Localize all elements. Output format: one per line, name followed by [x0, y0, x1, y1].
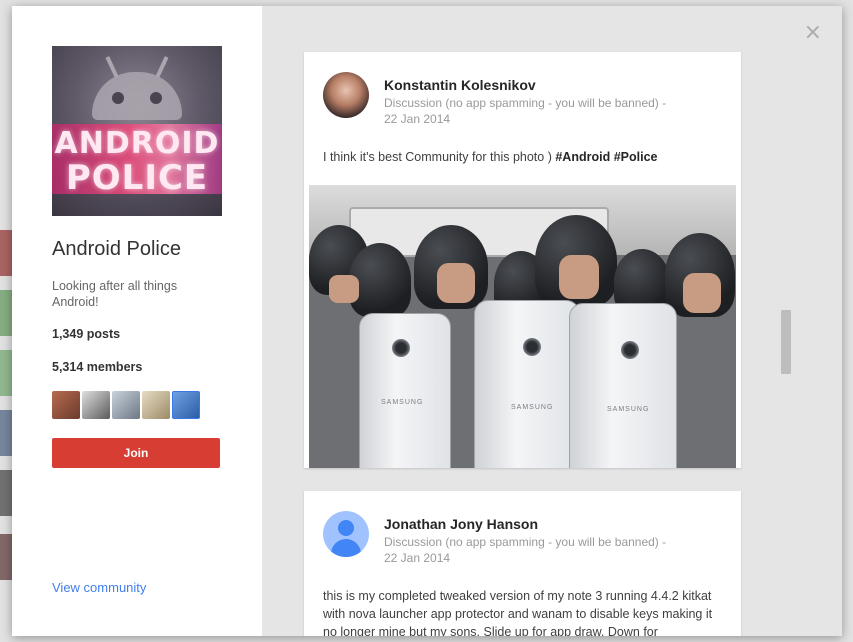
community-name: Android Police	[52, 238, 181, 260]
community-sidebar: ANDROID POLICE Android Police Looking af…	[12, 6, 262, 636]
camera-icon	[621, 341, 639, 359]
hashtag-link[interactable]: #Police	[614, 150, 658, 164]
community-feed: Konstantin Kolesnikov Discussion (no app…	[262, 6, 842, 636]
community-tagline: Looking after all things Android!	[52, 279, 178, 309]
post-category[interactable]: Discussion (no app spamming - you will b…	[384, 535, 659, 549]
close-icon[interactable]: ×	[804, 22, 822, 44]
member-avatars	[52, 391, 200, 419]
eye-shape	[150, 92, 162, 104]
phone-shape	[569, 303, 677, 468]
member-avatar[interactable]	[82, 391, 110, 419]
cover-logo-line2: POLICE	[65, 158, 209, 198]
cover-logo-line1: ANDROID	[54, 126, 220, 161]
post-photo[interactable]: SAMSUNG SAMSUNG SAMSUNG	[309, 185, 736, 468]
face-shape	[559, 255, 599, 299]
face-shape	[437, 263, 475, 303]
photo-brand: SAMSUNG	[511, 404, 554, 411]
post-count: 1,349 posts	[52, 327, 121, 341]
meta-separator: -	[662, 96, 667, 110]
member-avatar[interactable]	[172, 391, 200, 419]
face-shape	[329, 275, 359, 303]
camera-icon	[392, 339, 410, 357]
post-text: I think it's best Community for this pho…	[323, 148, 723, 166]
post-body: I think it's best Community for this pho…	[323, 150, 552, 164]
join-button[interactable]: Join	[52, 438, 220, 468]
member-avatar[interactable]	[112, 391, 140, 419]
post-date[interactable]: 22 Jan 2014	[384, 112, 450, 126]
antenna-shape	[155, 56, 169, 78]
photo-brand: SAMSUNG	[381, 399, 424, 406]
android-robot-head-icon	[92, 72, 182, 120]
photo-brand: SAMSUNG	[607, 406, 650, 413]
community-preview-modal: ANDROID POLICE Android Police Looking af…	[12, 6, 842, 636]
post-card: Konstantin Kolesnikov Discussion (no app…	[304, 52, 741, 468]
camera-icon	[523, 338, 541, 356]
post-meta: Discussion (no app spamming - you will b…	[384, 534, 704, 566]
phone-shape	[359, 313, 451, 468]
post-text: this is my completed tweaked version of …	[323, 589, 713, 636]
post-date[interactable]: 22 Jan 2014	[384, 551, 450, 565]
member-avatar[interactable]	[52, 391, 80, 419]
post-author[interactable]: Konstantin Kolesnikov	[384, 77, 536, 93]
member-count: 5,314 members	[52, 360, 143, 374]
face-shape	[683, 273, 721, 313]
community-cover-image: ANDROID POLICE	[52, 46, 222, 216]
phone-shape	[474, 300, 580, 468]
post-category[interactable]: Discussion (no app spamming - you will b…	[384, 96, 659, 110]
default-avatar-shoulders	[331, 539, 361, 557]
member-avatar[interactable]	[142, 391, 170, 419]
default-avatar-icon	[338, 520, 354, 536]
eye-shape	[112, 92, 124, 104]
hashtag-link[interactable]: #Android	[555, 150, 610, 164]
scrollbar-thumb[interactable]	[781, 310, 791, 374]
author-avatar[interactable]	[323, 72, 369, 118]
view-community-link[interactable]: View community	[52, 580, 146, 595]
author-avatar[interactable]	[323, 511, 369, 557]
post-author[interactable]: Jonathan Jony Hanson	[384, 516, 538, 532]
post-card: Jonathan Jony Hanson Discussion (no app …	[304, 491, 741, 636]
post-meta: Discussion (no app spamming - you will b…	[384, 95, 704, 127]
meta-separator: -	[662, 535, 667, 549]
